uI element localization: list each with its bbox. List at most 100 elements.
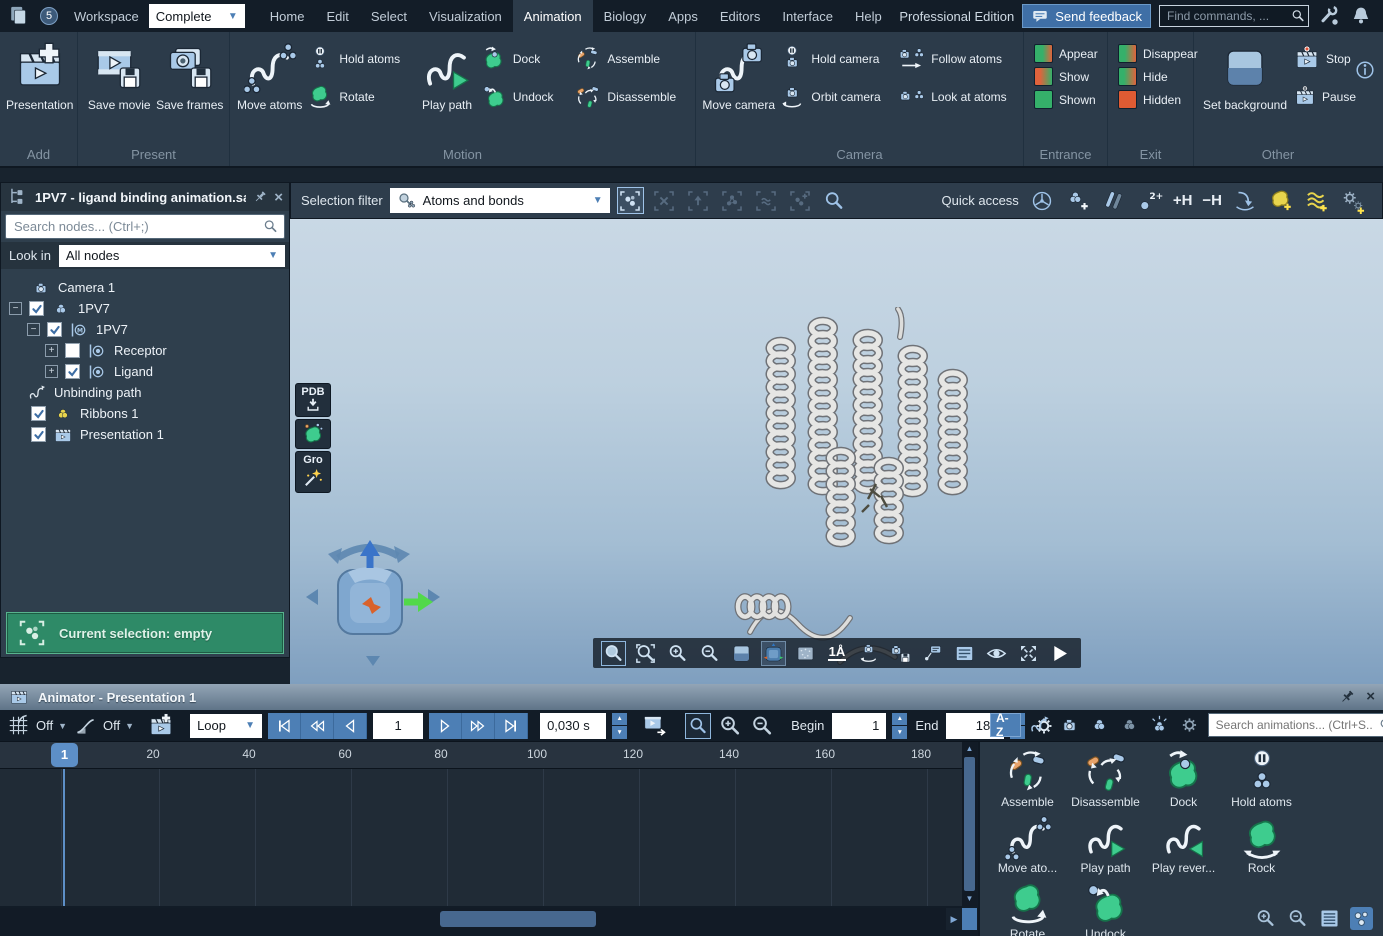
add-hydrogens-button[interactable]: +H — [1173, 192, 1193, 209]
menu-editors[interactable]: Editors — [709, 0, 771, 32]
begin-spinner[interactable]: ▲▼ — [892, 713, 907, 739]
search-animations-input[interactable] — [1208, 713, 1383, 737]
pin-icon[interactable] — [252, 189, 268, 205]
look-at-atoms-button[interactable]: Look at atoms — [899, 84, 1017, 110]
go-to-end-button[interactable] — [495, 713, 528, 739]
save-frames-button[interactable]: Save frames — [155, 42, 226, 112]
library-item-play-reversed[interactable]: Play rever... — [1148, 815, 1219, 875]
playhead[interactable]: 1 — [51, 743, 78, 767]
library-item-undock[interactable]: Undock — [1070, 881, 1141, 936]
3d-canvas[interactable]: PDB Gro — [290, 219, 1383, 684]
close-icon[interactable]: × — [274, 189, 283, 206]
play-path-button[interactable]: Play path — [417, 42, 477, 112]
hold-atoms-button[interactable]: Hold atoms — [307, 46, 415, 72]
library-item-move-atoms[interactable]: Move ato... — [992, 815, 1063, 875]
hold-camera-button[interactable]: Hold camera — [779, 46, 893, 72]
tree-row-camera1[interactable]: Camera 1 — [1, 277, 289, 298]
zoom-out-button[interactable] — [697, 641, 722, 666]
send-feedback-button[interactable]: Send feedback — [1022, 4, 1151, 28]
expand-icon[interactable]: + — [45, 365, 58, 378]
documents-icon[interactable] — [6, 3, 32, 29]
hide-button[interactable]: Hide — [1118, 67, 1198, 86]
remove-hydrogens-button[interactable]: −H — [1202, 192, 1222, 209]
scrollbar-thumb[interactable] — [440, 911, 596, 927]
filter-atoms-icon[interactable] — [1088, 713, 1111, 737]
timeline-zoom-fit-button[interactable] — [685, 713, 711, 739]
tree-row-ligand[interactable]: + Ligand — [1, 361, 289, 382]
move-atoms-button[interactable]: Move atoms — [236, 42, 303, 112]
shown-button[interactable]: Shown — [1034, 90, 1098, 109]
disappear-button[interactable]: Disappear — [1118, 44, 1198, 63]
navigation-cube-toggle[interactable] — [761, 641, 786, 666]
begin-frame-field[interactable]: 1 — [832, 713, 886, 739]
timeline-zoom-out-icon[interactable] — [749, 713, 775, 739]
scroll-down-arrow[interactable]: ▼ — [962, 892, 977, 906]
workspace-dropdown[interactable]: Complete ▼ — [149, 4, 245, 28]
pause-button[interactable]: Pause — [1294, 84, 1356, 110]
library-item-hold-atoms[interactable]: Hold atoms — [1226, 749, 1297, 809]
appear-button[interactable]: Appear — [1034, 44, 1098, 63]
menu-visualization[interactable]: Visualization — [418, 0, 513, 32]
frame-time-spinner[interactable]: ▲▼ — [612, 713, 627, 739]
undock-button[interactable]: Undock — [481, 84, 570, 110]
add-to-selection-button[interactable] — [787, 187, 814, 214]
visibility-checkbox-checked[interactable] — [65, 364, 80, 379]
library-settings-icon[interactable] — [1178, 713, 1201, 737]
set-background-button[interactable]: Set background — [1200, 42, 1290, 112]
add-atoms-icon[interactable] — [1065, 188, 1091, 214]
close-icon[interactable]: × — [1366, 688, 1375, 706]
visibility-checkbox-checked[interactable] — [47, 322, 62, 337]
zoom-region-button[interactable] — [633, 641, 658, 666]
save-view-button[interactable] — [888, 641, 913, 666]
scrollbar-thumb[interactable] — [964, 757, 975, 891]
show-button[interactable]: Show — [1034, 67, 1098, 86]
menu-biology[interactable]: Biology — [593, 0, 658, 32]
menu-home[interactable]: Home — [259, 0, 316, 32]
text-panel-button[interactable] — [952, 641, 977, 666]
library-item-dock[interactable]: Dock — [1148, 749, 1219, 809]
filter-effects-icon[interactable] — [1148, 713, 1171, 737]
library-zoom-in-icon[interactable] — [1254, 907, 1277, 930]
pin-icon[interactable] — [1338, 688, 1356, 706]
menu-edit[interactable]: Edit — [315, 0, 359, 32]
assemble-button[interactable]: Assemble — [575, 46, 689, 72]
current-frame-field[interactable]: 1 — [373, 713, 423, 739]
dock-button[interactable]: Dock — [481, 46, 570, 72]
fast-backward-button[interactable] — [301, 713, 334, 739]
scroll-right-arrow[interactable]: ▶ — [946, 908, 962, 930]
loop-dropdown[interactable]: Loop ▼ — [190, 714, 262, 738]
save-movie-button[interactable]: Save movie — [84, 42, 155, 112]
filter-groups-icon[interactable] — [1118, 713, 1141, 737]
add-sheets-icon[interactable] — [1304, 188, 1330, 214]
go-to-start-button[interactable] — [268, 713, 301, 739]
zoom-select-button[interactable] — [601, 641, 626, 666]
easing-dropdown[interactable]: Off ▼ — [73, 713, 134, 738]
orbit-button[interactable] — [856, 641, 881, 666]
snap-dropdown[interactable]: Off ▼ — [6, 713, 67, 738]
fast-forward-button[interactable] — [462, 713, 495, 739]
orbit-camera-button[interactable]: Orbit camera — [779, 84, 893, 110]
tree-row-ribbons1[interactable]: Ribbons 1 — [1, 403, 289, 424]
visibility-checkbox-checked[interactable] — [31, 406, 46, 421]
add-ribbon-icon[interactable] — [1268, 188, 1294, 214]
gromacs-button[interactable]: Gro — [295, 451, 331, 493]
library-item-rock[interactable]: Rock — [1226, 815, 1297, 875]
visibility-checkbox-checked[interactable] — [29, 301, 44, 316]
tree-row-1pv7[interactable]: − 1PV7 — [1, 298, 289, 319]
rotate-button[interactable]: Rotate — [307, 84, 415, 110]
tree-row-1pv7-model[interactable]: − M 1PV7 — [1, 319, 289, 340]
stop-button[interactable]: Stop — [1294, 46, 1356, 72]
expand-icon[interactable]: + — [45, 344, 58, 357]
scroll-up-arrow[interactable]: ▲ — [962, 742, 977, 756]
timeline-zoom-in-icon[interactable] — [717, 713, 743, 739]
menu-apps[interactable]: Apps — [657, 0, 709, 32]
zoom-in-button[interactable] — [665, 641, 690, 666]
collapse-icon[interactable]: − — [27, 323, 40, 336]
bonds-icon[interactable] — [1101, 188, 1127, 214]
dock-tool-button[interactable] — [295, 419, 331, 449]
menu-help[interactable]: Help — [844, 0, 893, 32]
visibility-checkbox-checked[interactable] — [31, 427, 46, 442]
play-button[interactable] — [1047, 641, 1072, 666]
library-zoom-out-icon[interactable] — [1286, 907, 1309, 930]
notifications-bell-icon[interactable] — [1349, 4, 1373, 28]
